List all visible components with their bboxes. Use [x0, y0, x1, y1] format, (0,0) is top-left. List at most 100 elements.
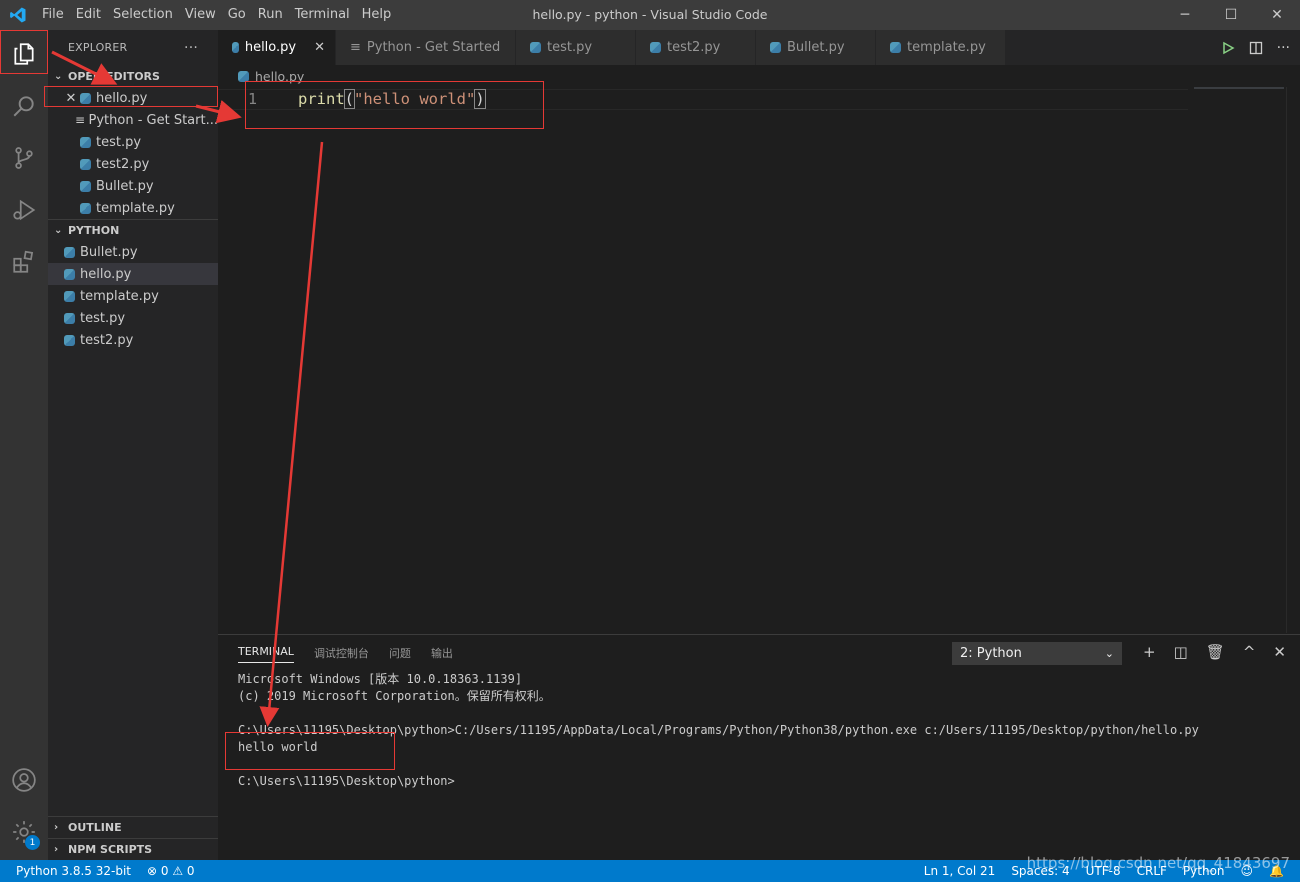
tab-get-started[interactable]: ≡ Python - Get Started	[336, 30, 516, 65]
explorer-title: EXPLORER	[68, 41, 128, 54]
problems-count[interactable]: ⊗ 0 ⚠ 0	[147, 864, 195, 878]
panel-tabs: TERMINAL 调试控制台 问题 输出	[238, 645, 453, 663]
python-file-icon	[238, 70, 249, 82]
settings-gear-icon[interactable]: 1	[0, 808, 48, 856]
terminal-line: C:\Users\11195\Desktop\python>	[238, 774, 455, 788]
panel-actions: + ◫ 🗑 ^ ✕	[1143, 643, 1286, 661]
run-file-icon[interactable]	[1221, 41, 1235, 55]
python-file-icon	[80, 202, 96, 214]
search-icon[interactable]	[0, 82, 48, 130]
file-item-selected[interactable]: hello.py	[48, 263, 218, 285]
open-editor-label: template.py	[96, 200, 175, 216]
file-item[interactable]: test2.py	[48, 329, 218, 351]
file-label: template.py	[80, 288, 159, 304]
file-label: test2.py	[80, 332, 134, 348]
chevron-right-icon: ›	[54, 822, 59, 833]
python-file-icon	[80, 136, 96, 148]
minimize-icon[interactable]: ─	[1162, 0, 1208, 30]
menu-edit[interactable]: Edit	[70, 0, 107, 30]
accounts-icon[interactable]	[0, 756, 48, 804]
open-editor-label: Python - Get Start...	[88, 112, 218, 128]
close-tab-icon[interactable]: ✕	[314, 40, 325, 55]
extensions-icon[interactable]	[0, 238, 48, 286]
more-actions-icon[interactable]: ···	[184, 40, 198, 56]
menu-go[interactable]: Go	[222, 0, 252, 30]
terminal-output[interactable]: Microsoft Windows [版本 10.0.18363.1139] (c…	[238, 671, 1199, 790]
npm-scripts-title: NPM SCRIPTS	[68, 843, 153, 856]
document-icon: ≡	[350, 40, 361, 55]
file-item[interactable]: Bullet.py	[48, 241, 218, 263]
title-bar: File Edit Selection View Go Run Terminal…	[0, 0, 1300, 30]
new-terminal-icon[interactable]: +	[1143, 643, 1156, 661]
open-editor-item[interactable]: template.py	[48, 197, 218, 219]
close-window-icon[interactable]: ✕	[1254, 0, 1300, 30]
npm-scripts-header[interactable]: › NPM SCRIPTS	[48, 838, 218, 860]
outline-title: OUTLINE	[68, 821, 122, 834]
outline-header[interactable]: › OUTLINE	[48, 816, 218, 838]
terminal-select-value: 2: Python	[960, 646, 1022, 661]
maximize-panel-icon[interactable]: ^	[1243, 643, 1256, 661]
trash-icon[interactable]: 🗑	[1206, 643, 1225, 661]
tab-test2-py[interactable]: test2.py	[636, 30, 756, 65]
tab-test-py[interactable]: test.py	[516, 30, 636, 65]
tab-debug-console[interactable]: 调试控制台	[314, 645, 369, 663]
editor-tab-bar: hello.py ✕ ≡ Python - Get Started test.p…	[218, 30, 1300, 65]
settings-badge: 1	[25, 835, 40, 850]
file-label: test.py	[80, 310, 126, 326]
python-file-icon	[650, 42, 661, 53]
menu-bar: File Edit Selection View Go Run Terminal…	[36, 0, 397, 30]
tab-hello-py[interactable]: hello.py ✕	[218, 30, 336, 65]
file-label: hello.py	[80, 266, 132, 282]
menu-selection[interactable]: Selection	[107, 0, 179, 30]
python-interpreter[interactable]: Python 3.8.5 32-bit	[16, 864, 131, 878]
maximize-icon[interactable]: ☐	[1208, 0, 1254, 30]
open-editor-item[interactable]: ≡ Python - Get Start...	[48, 109, 218, 131]
split-editor-icon[interactable]	[1249, 41, 1263, 55]
run-debug-icon[interactable]	[0, 186, 48, 234]
file-label: Bullet.py	[80, 244, 138, 260]
menu-help[interactable]: Help	[356, 0, 398, 30]
python-file-icon	[232, 42, 239, 53]
tab-bullet-py[interactable]: Bullet.py	[756, 30, 876, 65]
file-item[interactable]: template.py	[48, 285, 218, 307]
terminal-select[interactable]: 2: Python ⌄	[952, 642, 1122, 665]
tab-label: hello.py	[244, 40, 297, 55]
tab-label: Bullet.py	[787, 40, 845, 55]
open-editor-label: test2.py	[96, 156, 150, 172]
file-item[interactable]: test.py	[48, 307, 218, 329]
activity-bar: 1	[0, 30, 48, 860]
editor-scrollbar[interactable]	[1286, 87, 1300, 633]
terminal-line: (c) 2019 Microsoft Corporation。保留所有权利。	[238, 689, 551, 703]
open-editors-title: OPEN EDITORS	[68, 69, 160, 83]
annotation-box-explorer	[0, 30, 48, 74]
more-actions-icon[interactable]: ···	[1277, 40, 1290, 56]
tab-problems[interactable]: 问题	[389, 645, 411, 663]
minimap[interactable]	[1194, 87, 1284, 89]
cursor-position[interactable]: Ln 1, Col 21	[924, 864, 996, 878]
close-panel-icon[interactable]: ✕	[1273, 643, 1286, 661]
tab-output[interactable]: 输出	[431, 645, 453, 663]
source-control-icon[interactable]	[0, 134, 48, 182]
chevron-down-icon: ⌄	[1104, 647, 1114, 660]
open-editors-header[interactable]: ⌄ OPEN EDITORS	[48, 65, 218, 87]
tab-label: test2.py	[667, 40, 721, 55]
open-editor-item[interactable]: test2.py	[48, 153, 218, 175]
python-file-icon	[530, 42, 541, 53]
code-editor[interactable]: 1 print("hello world")	[218, 87, 1300, 633]
tab-terminal[interactable]: TERMINAL	[238, 645, 294, 663]
folder-header[interactable]: ⌄ PYTHON	[48, 219, 218, 241]
split-terminal-icon[interactable]: ◫	[1174, 643, 1188, 661]
menu-terminal[interactable]: Terminal	[289, 0, 356, 30]
menu-view[interactable]: View	[179, 0, 222, 30]
open-editor-item[interactable]: Bullet.py	[48, 175, 218, 197]
python-file-icon	[64, 268, 80, 280]
menu-run[interactable]: Run	[252, 0, 289, 30]
annotation-box-open-editor	[44, 86, 218, 107]
menu-file[interactable]: File	[36, 0, 70, 30]
python-file-icon	[80, 180, 96, 192]
tab-label: test.py	[547, 40, 593, 55]
open-editor-item[interactable]: test.py	[48, 131, 218, 153]
tab-label: template.py	[907, 40, 986, 55]
tab-template-py[interactable]: template.py	[876, 30, 1006, 65]
chevron-down-icon: ⌄	[54, 70, 63, 82]
